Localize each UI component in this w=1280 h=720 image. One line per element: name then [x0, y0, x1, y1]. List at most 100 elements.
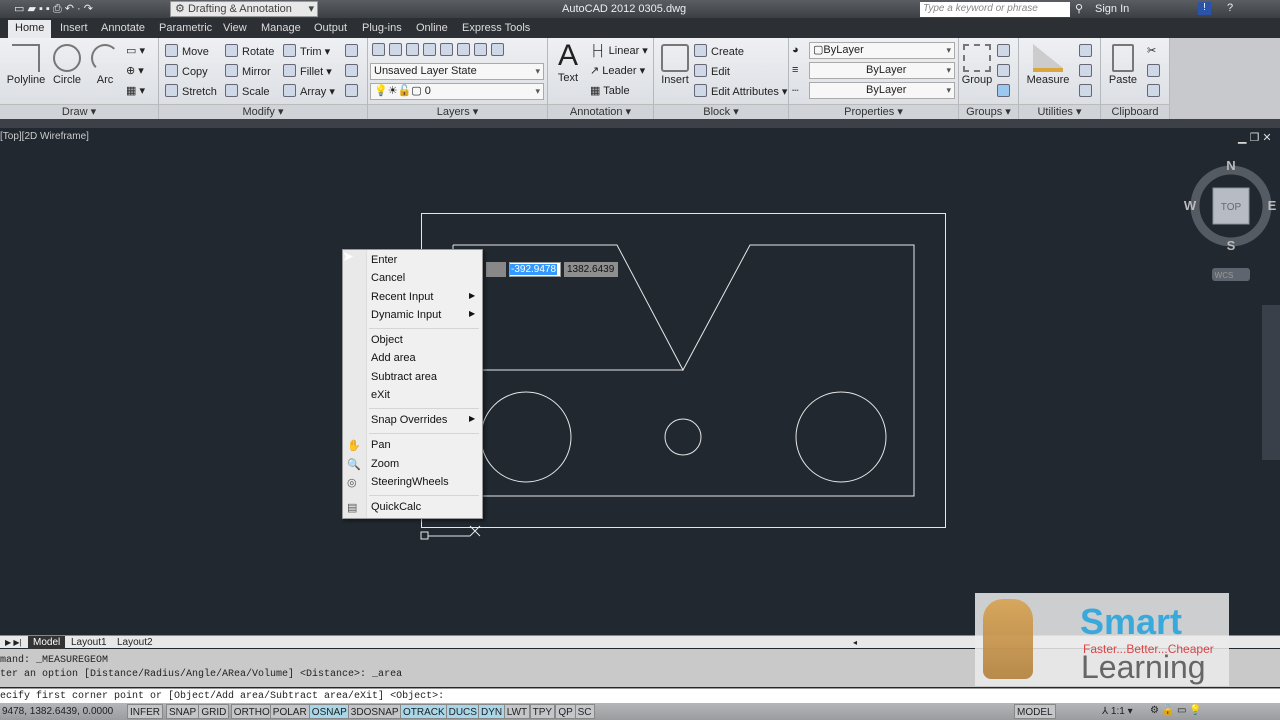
toggle-polar[interactable]: POLAR — [269, 704, 310, 719]
layers-panel-label[interactable]: Layers ▾ — [368, 104, 547, 119]
drawing-canvas[interactable]: TOP N S E W WCS — [0, 128, 1280, 635]
annotation-panel-label[interactable]: Annotation ▾ — [548, 104, 653, 119]
binoculars-icon[interactable]: ⚲ — [1075, 2, 1083, 15]
toggle-ortho[interactable]: ORTHO — [230, 704, 273, 719]
toggle-sc[interactable]: SC — [574, 704, 595, 719]
edit-block-button[interactable]: Edit — [694, 64, 730, 78]
group-edit-icon[interactable] — [997, 44, 1014, 58]
calculator-icon[interactable] — [1079, 84, 1096, 98]
copy-button[interactable]: Copy — [165, 64, 208, 78]
tab-plugins[interactable]: Plug-ins — [362, 22, 402, 34]
search-input[interactable]: Type a keyword or phrase — [920, 2, 1070, 17]
status-tray-icons[interactable]: ⚙ 🔓 ▭ 💡 — [1150, 705, 1202, 716]
toggle-ducs[interactable]: DUCS — [445, 704, 480, 719]
layer-tools-icons[interactable] — [372, 43, 508, 57]
menu-item-subtract-area[interactable]: Subtract area — [371, 371, 437, 383]
tab-parametric[interactable]: Parametric — [159, 22, 212, 34]
text-button[interactable]: A Text — [552, 40, 584, 85]
leader-button[interactable]: ↗ Leader ▾ — [590, 64, 645, 77]
gradient-icon[interactable]: ▦ ▾ — [126, 84, 145, 97]
menu-item-steeringwheels[interactable]: SteeringWheels — [371, 476, 449, 488]
stretch-button[interactable]: Stretch — [165, 84, 217, 98]
modify-panel-label[interactable]: Modify ▾ — [159, 104, 367, 119]
match-properties-icon[interactable] — [1147, 84, 1164, 98]
toggle-snap[interactable]: SNAP — [166, 704, 200, 719]
toggle-dyn[interactable]: DYN — [478, 704, 506, 719]
fillet-button[interactable]: Fillet ▾ — [283, 64, 332, 78]
help-icon[interactable]: ? — [1227, 2, 1233, 14]
tab-layout2[interactable]: Layout2 — [112, 636, 158, 649]
cut-icon[interactable]: ✂ — [1147, 44, 1156, 57]
rotate-button[interactable]: Rotate — [225, 44, 274, 58]
toggle-grid[interactable]: GRID — [198, 704, 230, 719]
menu-item-add-area[interactable]: Add area — [371, 352, 416, 364]
linetype-dropdown[interactable]: ByLayer — [809, 82, 955, 99]
groups-panel-label[interactable]: Groups ▾ — [959, 104, 1018, 119]
tab-home[interactable]: Home — [8, 20, 52, 38]
polyline-button[interactable]: Polyline — [6, 44, 46, 86]
mirror-button[interactable]: Mirror — [225, 64, 271, 78]
tab-output[interactable]: Output — [314, 22, 347, 34]
properties-panel-label[interactable]: Properties ▾ — [789, 104, 958, 119]
layer-dropdown[interactable]: 💡☀🔓▢ 0 — [370, 83, 544, 100]
measure-button[interactable]: Measure — [1025, 44, 1071, 86]
hatch-icon[interactable]: ⊕ ▾ — [126, 64, 144, 77]
sign-in-button[interactable]: Sign In — [1095, 3, 1129, 15]
menu-item-quickcalc[interactable]: QuickCalc — [371, 501, 421, 513]
edit-attributes-button[interactable]: Edit Attributes ▾ — [694, 84, 787, 98]
tab-view[interactable]: View — [223, 22, 247, 34]
draw-panel-label[interactable]: Draw ▾ — [0, 104, 158, 119]
color-dropdown[interactable]: ▢ByLayer — [809, 42, 955, 59]
annotation-scale[interactable]: ⅄ 1:1 ▾ — [1100, 704, 1135, 719]
toggle-lwt[interactable]: LWT — [503, 704, 531, 719]
menu-item-exit[interactable]: eXit — [371, 389, 390, 401]
menu-item-enter[interactable]: Enter — [371, 254, 397, 266]
quick-access-icons[interactable]: ▭ ▰ ▪ ▪ ⎙ ↶ · ↷ — [14, 2, 93, 16]
select-similar-icon[interactable] — [1079, 64, 1096, 78]
tab-manage[interactable]: Manage — [261, 22, 301, 34]
tab-model[interactable]: Model — [28, 636, 66, 649]
table-button[interactable]: ▦ Table — [590, 84, 630, 97]
quick-select-icon[interactable] — [1079, 44, 1096, 58]
model-space-button[interactable]: MODEL — [1014, 704, 1056, 719]
group-select-icon[interactable] — [997, 84, 1014, 98]
offset-icon[interactable] — [345, 84, 362, 98]
insert-button[interactable]: Insert — [658, 44, 692, 86]
utilities-panel-label[interactable]: Utilities ▾ — [1019, 104, 1100, 119]
layer-state-dropdown[interactable]: Unsaved Layer State — [370, 63, 544, 80]
toggle-infer[interactable]: INFER — [127, 704, 163, 719]
copy-clip-icon[interactable] — [1147, 64, 1164, 78]
tab-annotate[interactable]: Annotate — [101, 22, 145, 34]
paste-button[interactable]: Paste — [1105, 44, 1141, 86]
group-button[interactable]: Group — [961, 44, 993, 86]
workspace-dropdown[interactable]: ⚙ Drafting & Annotation ▾ — [170, 1, 318, 17]
tab-insert[interactable]: Insert — [60, 22, 88, 34]
menu-item-pan[interactable]: Pan — [371, 439, 391, 451]
dynamic-input-x[interactable]: -392.9478 — [509, 262, 561, 277]
menu-item-snap-overrides[interactable]: Snap Overrides ▶ — [371, 414, 475, 426]
command-line[interactable]: ecify first corner point or [Object/Add … — [0, 688, 1280, 703]
menu-item-object[interactable]: Object — [371, 334, 403, 346]
trim-button[interactable]: Trim ▾ — [283, 44, 330, 58]
explode-icon[interactable] — [345, 64, 362, 78]
tab-nav-arrows[interactable]: ▶ ▶| — [0, 636, 27, 649]
menu-item-zoom[interactable]: Zoom — [371, 458, 399, 470]
tab-express-tools[interactable]: Express Tools — [462, 22, 530, 34]
dynamic-input-y[interactable]: 1382.6439 — [564, 262, 618, 277]
tab-online[interactable]: Online — [416, 22, 448, 34]
toggle-otrack[interactable]: OTRACK — [400, 704, 448, 719]
menu-item-recent-input[interactable]: Recent Input ▶ — [371, 291, 475, 303]
block-panel-label[interactable]: Block ▾ — [654, 104, 788, 119]
array-button[interactable]: Array ▾ — [283, 84, 335, 98]
lineweight-dropdown[interactable]: ByLayer — [809, 62, 955, 79]
erase-icon[interactable] — [345, 44, 362, 58]
tab-layout1[interactable]: Layout1 — [66, 636, 112, 649]
create-block-button[interactable]: Create — [694, 44, 744, 58]
move-button[interactable]: Move — [165, 44, 209, 58]
toggle-osnap[interactable]: OSNAP — [308, 704, 350, 719]
linear-button[interactable]: ├┤ Linear ▾ — [590, 44, 648, 57]
menu-item-dynamic-input[interactable]: Dynamic Input ▶ — [371, 309, 475, 321]
scale-button[interactable]: Scale — [225, 84, 270, 98]
arc-button[interactable]: Arc — [90, 44, 120, 86]
exchange-icon[interactable]: ! — [1198, 2, 1211, 15]
